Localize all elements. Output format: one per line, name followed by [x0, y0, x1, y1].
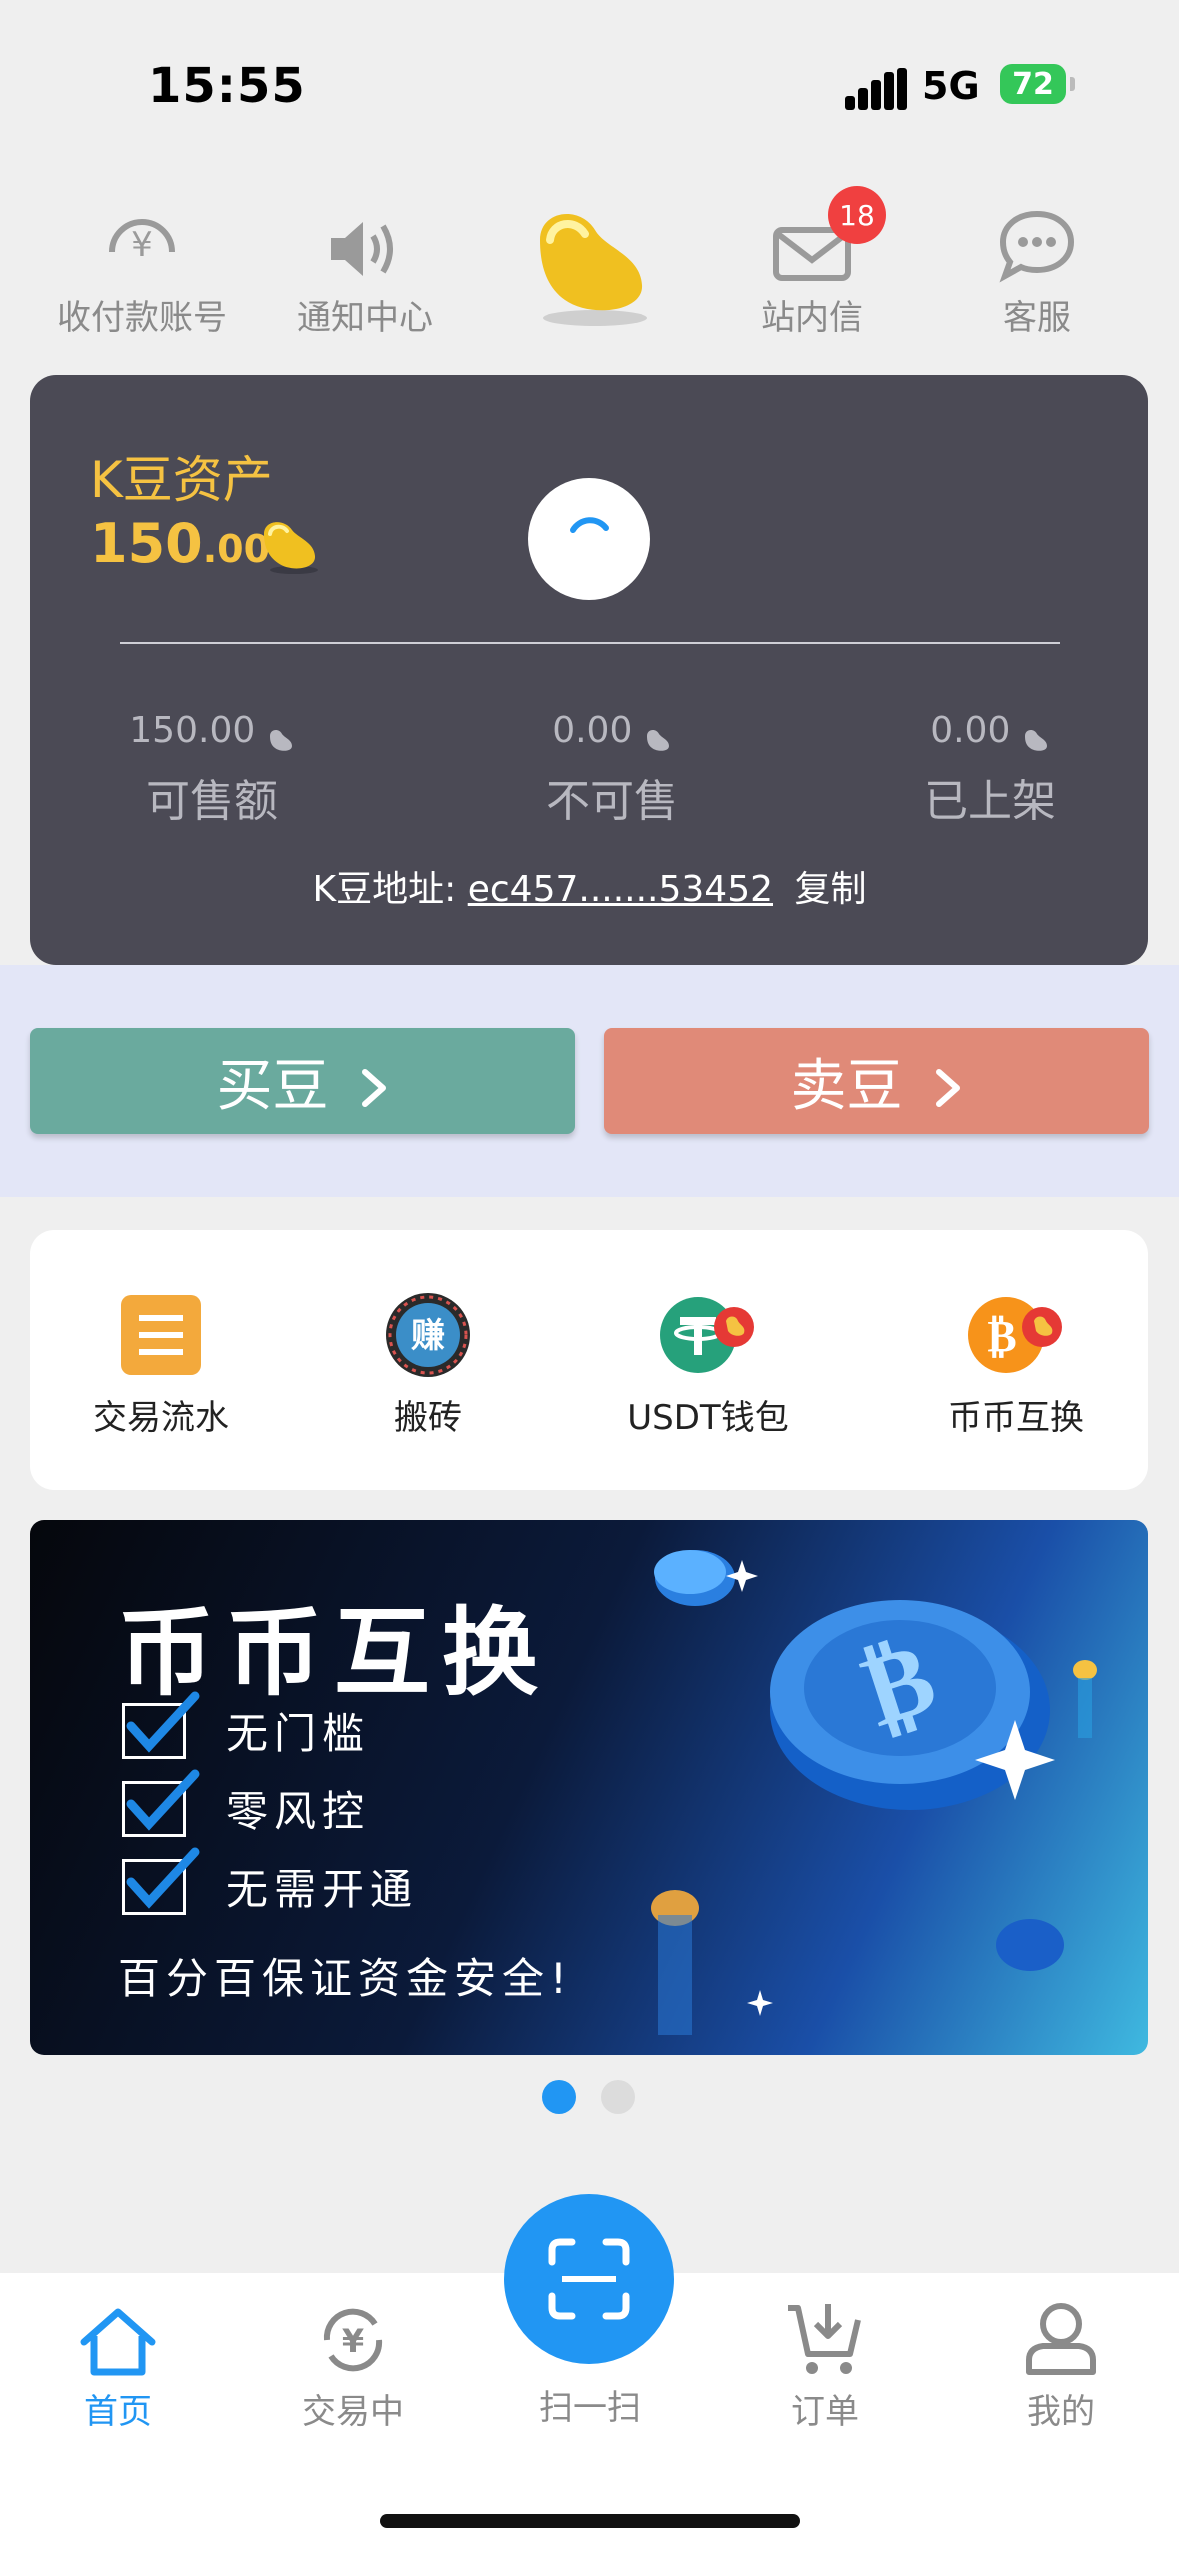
- buy-label: 买豆: [216, 1053, 329, 1119]
- address-value[interactable]: ec457.......53452: [468, 869, 773, 910]
- stat-value: 0.00: [552, 710, 633, 751]
- nav-label: 客服: [1003, 298, 1071, 338]
- tab-home[interactable]: 首页: [28, 2300, 208, 2433]
- svg-text:₿: ₿: [987, 1311, 1016, 1362]
- tab-label: 首页: [84, 2392, 152, 2432]
- sell-label: 卖豆: [790, 1053, 903, 1119]
- battery-tip: [1070, 77, 1075, 91]
- checkbox-checked-icon: [122, 1847, 200, 1915]
- address-label: K豆地址:: [312, 869, 457, 910]
- stat-label: 可售额: [146, 776, 278, 827]
- nav-label: 站内信: [761, 298, 863, 338]
- user-icon: [971, 2300, 1151, 2378]
- card-divider: [120, 642, 1060, 644]
- nav-payment-accounts[interactable]: ¥ 收付款账号: [32, 196, 252, 339]
- nav-inbox[interactable]: 站内信: [702, 196, 922, 339]
- checkbox-checked-icon: [122, 1769, 200, 1837]
- network-type: 5G: [922, 64, 980, 108]
- cellular-signal-icon: [845, 68, 907, 110]
- stat-available: 150.00 可售额: [62, 710, 362, 829]
- stat-value: 150.00: [129, 710, 256, 751]
- speaker-icon: [255, 196, 475, 284]
- feature-label: 交易流水: [93, 1398, 229, 1438]
- home-icon: [28, 2300, 208, 2378]
- asset-balance: 150.00: [90, 512, 270, 575]
- tab-label: 交易中: [302, 2392, 404, 2432]
- carousel-dot[interactable]: [601, 2080, 635, 2114]
- carousel-dot-active[interactable]: [542, 2080, 576, 2114]
- cart-icon: [735, 2300, 915, 2378]
- banner-point: 无门槛: [122, 1691, 371, 1761]
- svg-text:¥: ¥: [131, 225, 153, 265]
- stat-label: 已上架: [924, 776, 1056, 827]
- feature-label: USDT钱包: [627, 1398, 789, 1438]
- tab-trading[interactable]: ¥ 交易中: [263, 2300, 443, 2433]
- feature-label: 币币互换: [948, 1398, 1084, 1438]
- home-indicator: [380, 2514, 800, 2528]
- status-time: 15:55: [148, 58, 306, 114]
- banner-point: 无需开通: [122, 1847, 419, 1917]
- asset-title: K豆资产: [90, 451, 273, 509]
- earn-icon: 赚: [298, 1290, 558, 1380]
- tab-orders[interactable]: 订单: [735, 2300, 915, 2433]
- tab-label: 订单: [791, 2392, 859, 2432]
- banner-point-text: 无门槛: [226, 1709, 371, 1758]
- battery-level: 72: [1012, 66, 1054, 102]
- yuan-cycle-icon: ¥: [263, 2300, 443, 2378]
- golden-bean-icon: [258, 516, 322, 576]
- yuan-circle-icon: ¥: [32, 196, 252, 284]
- bean-mini-icon: [267, 720, 295, 751]
- svg-text:¥: ¥: [342, 2322, 364, 2360]
- mail-icon: [702, 196, 922, 284]
- feature-usdt-wallet[interactable]: USDT钱包: [578, 1290, 838, 1439]
- buy-bean-button[interactable]: 买豆: [30, 1028, 575, 1134]
- bitcoin-exchange-icon: ₿: [886, 1290, 1146, 1380]
- scan-icon: [548, 2238, 630, 2320]
- stat-listed: 0.00 已上架: [840, 710, 1140, 829]
- banner-point-text: 无需开通: [226, 1865, 419, 1914]
- feature-earn[interactable]: 赚 搬砖: [298, 1290, 558, 1439]
- stat-value: 0.00: [930, 710, 1011, 751]
- golden-bean-icon[interactable]: [520, 200, 660, 330]
- checkbox-checked-icon: [122, 1691, 200, 1759]
- stat-unsellable: 0.00 不可售: [462, 710, 762, 829]
- copy-address-button[interactable]: 复制: [794, 869, 866, 910]
- banner-point-text: 零风控: [226, 1787, 371, 1836]
- tab-label[interactable]: 扫一扫: [500, 2380, 680, 2429]
- usdt-icon: [578, 1290, 838, 1380]
- feature-transactions[interactable]: 交易流水: [31, 1290, 291, 1439]
- feature-coin-exchange[interactable]: ₿ 币币互换: [886, 1290, 1146, 1439]
- asset-balance-int: 150: [90, 512, 203, 575]
- scan-button[interactable]: [504, 2194, 674, 2364]
- bean-address-row: K豆地址: ec457.......53452 复制: [0, 860, 1179, 912]
- sell-bean-button[interactable]: 卖豆: [604, 1028, 1149, 1134]
- list-icon: [31, 1290, 291, 1380]
- stat-label: 不可售: [546, 776, 678, 827]
- nav-notification-center[interactable]: 通知中心: [255, 196, 475, 339]
- earn-glyph: 赚: [411, 1316, 445, 1356]
- loading-spinner: [528, 478, 650, 600]
- battery-icon: 72: [1000, 64, 1066, 104]
- nav-label: 收付款账号: [57, 298, 227, 338]
- bean-mini-icon: [1022, 720, 1050, 751]
- unread-badge: 18: [828, 186, 886, 244]
- chat-bubble-icon: [927, 196, 1147, 284]
- bean-mini-icon: [644, 720, 672, 751]
- banner-footer: 百分百保证资金安全!: [118, 1954, 573, 2003]
- tab-profile[interactable]: 我的: [971, 2300, 1151, 2433]
- nav-customer-service[interactable]: 客服: [927, 196, 1147, 339]
- feature-label: 搬砖: [394, 1398, 462, 1438]
- banner-point: 零风控: [122, 1769, 371, 1839]
- chevron-right-icon: [933, 1059, 963, 1107]
- tab-label: 我的: [1027, 2392, 1095, 2432]
- nav-label: 通知中心: [297, 298, 433, 338]
- chevron-right-icon: [359, 1059, 389, 1107]
